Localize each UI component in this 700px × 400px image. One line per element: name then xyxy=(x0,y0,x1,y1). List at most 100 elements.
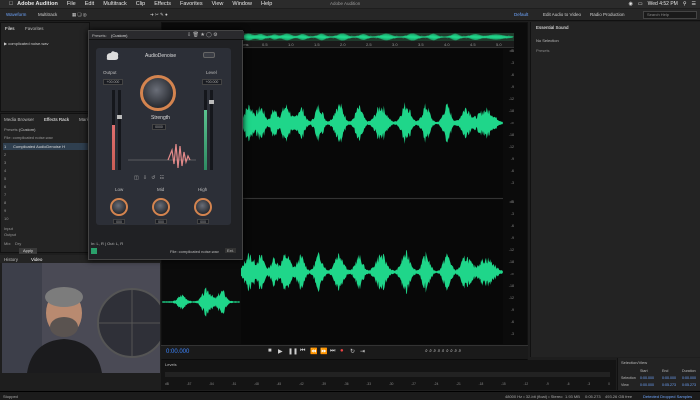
status-dropped[interactable]: Detected Dropped Samples xyxy=(643,394,692,399)
strength-knob[interactable] xyxy=(140,75,176,111)
go-to-start-icon[interactable]: ⏮ xyxy=(300,348,305,355)
slot-2[interactable]: 2 xyxy=(4,152,6,157)
search-help-input[interactable]: Search Help xyxy=(643,11,697,19)
tab-effects-rack[interactable]: Effects Rack xyxy=(44,117,69,122)
tool-icons-2[interactable]: ➜ ✂ ✎ ● xyxy=(150,12,168,18)
effect-slot-1[interactable]: 1 Complicated AudioDenoise H xyxy=(3,143,89,150)
no-selection-text: No Selection xyxy=(536,38,559,43)
rewind-icon[interactable]: ⏪ xyxy=(310,348,317,355)
view-end[interactable]: 0:05.273 xyxy=(662,383,676,387)
waveform-mode-button[interactable]: Waveform xyxy=(6,12,26,17)
waveform-peek[interactable] xyxy=(162,262,240,342)
menu-effects[interactable]: Effects xyxy=(154,1,171,7)
output-value[interactable]: +00.000 xyxy=(103,79,123,85)
ruler-label: 3.0 xyxy=(392,42,398,47)
strength-value[interactable]: 0000 xyxy=(152,124,166,130)
workspace-edit-audio-video[interactable]: Edit Audio to Video xyxy=(543,12,581,17)
plugin-header-icons[interactable]: ⇩ 🗑 ★ ◯ ⚙ xyxy=(187,32,218,38)
tab-favorites[interactable]: Favorites xyxy=(25,26,44,31)
ruler-label: 1.0 xyxy=(288,42,294,47)
overview-bar[interactable] xyxy=(239,33,514,41)
channel-left[interactable] xyxy=(241,49,503,197)
menu-favorites[interactable]: Favorites xyxy=(180,1,203,7)
wifi-icon[interactable]: ◉ xyxy=(629,1,633,7)
high-knob[interactable] xyxy=(194,198,212,216)
tab-media-browser[interactable]: Media Browser xyxy=(4,117,34,122)
apple-icon[interactable]:  xyxy=(9,1,13,7)
menu-list-icon[interactable]: ☰ xyxy=(692,1,696,7)
go-to-end-icon[interactable]: ⏭ xyxy=(330,348,335,355)
sel-start[interactable]: 0:00.000 xyxy=(640,376,654,380)
output-slider-track[interactable] xyxy=(117,90,122,170)
play-icon[interactable]: ▶ xyxy=(278,348,283,355)
view-duration[interactable]: 0:05.273 xyxy=(682,383,696,387)
workspace-default[interactable]: Default xyxy=(514,12,528,17)
sel-end[interactable]: 0:00.000 xyxy=(662,376,676,380)
file-item[interactable]: ▶ complicated noise.wav xyxy=(4,41,48,46)
level-slider-track[interactable] xyxy=(209,90,214,170)
time-ruler[interactable]: hms 0.5 1.0 1.5 2.0 2.5 3.0 3.5 4.0 4.5 … xyxy=(240,41,514,48)
tab-files[interactable]: Files xyxy=(5,26,15,31)
mid-knob[interactable] xyxy=(152,198,170,216)
fast-forward-icon[interactable]: ⏩ xyxy=(320,348,327,355)
record-icon[interactable]: ● xyxy=(340,348,344,354)
menu-multitrack[interactable]: Multitrack xyxy=(103,1,127,7)
low-knob[interactable] xyxy=(110,198,128,216)
slot-4[interactable]: 4 xyxy=(4,168,6,173)
menu-edit[interactable]: Edit xyxy=(85,1,94,7)
pause-icon[interactable]: ❚❚ xyxy=(288,348,298,355)
plugin-power-icon[interactable] xyxy=(91,248,97,254)
levels-scale: dB -57 -54 -51 -48 -45 -42 -39 -36 -33 -30 -27 -24 -2… xyxy=(165,382,610,386)
low-value[interactable]: 000 xyxy=(113,219,125,224)
skip-icon[interactable]: ⇥ xyxy=(360,348,365,355)
presets-dropdown[interactable]: (Custom) xyxy=(19,127,35,132)
plugin-presets-dropdown[interactable]: (Custom) xyxy=(111,33,127,38)
slot-3[interactable]: 3 xyxy=(4,160,6,165)
menu-view[interactable]: View xyxy=(212,1,224,7)
ruler-label: 3.5 xyxy=(418,42,424,47)
menu-help[interactable]: Help xyxy=(261,1,272,7)
high-value[interactable]: 000 xyxy=(197,219,209,224)
plugin-power-toggle[interactable] xyxy=(203,52,215,58)
menu-clip[interactable]: Clip xyxy=(136,1,145,7)
view-start[interactable]: 0:00.000 xyxy=(640,383,654,387)
tool-icons[interactable]: ▦ ❏ ◎ xyxy=(72,12,87,18)
tab-essential-sound[interactable]: Essential Sound xyxy=(536,25,569,30)
mid-value[interactable]: 000 xyxy=(155,219,167,224)
apply-button[interactable]: Apply xyxy=(19,248,37,254)
slot-9[interactable]: 9 xyxy=(4,208,6,213)
tab-history[interactable]: History xyxy=(4,257,18,262)
row-selection: Selection xyxy=(621,376,636,380)
slot-7[interactable]: 7 xyxy=(4,192,6,197)
noise-spectrum xyxy=(128,143,196,169)
video-frame xyxy=(2,263,160,373)
search-icon[interactable]: ⚲ xyxy=(683,1,687,7)
battery-icon[interactable]: ▭ xyxy=(638,1,643,7)
multitrack-mode-button[interactable]: Multitrack xyxy=(38,12,57,17)
mix-label: Mix: xyxy=(4,241,12,246)
slot-6[interactable]: 6 xyxy=(4,184,6,189)
plugin-action-icons[interactable]: ◫ ⇩ ↺ ☷ xyxy=(134,175,164,181)
plugin-ext-button[interactable]: Ext. xyxy=(225,248,236,253)
loop-icon[interactable]: ↻ xyxy=(350,348,355,355)
menu-file[interactable]: File xyxy=(67,1,76,7)
workspace-radio[interactable]: Radio Production xyxy=(590,12,625,17)
presets-label: Presets: xyxy=(4,127,19,132)
app-menu[interactable]: Adobe Audition xyxy=(17,1,58,7)
channel-right[interactable] xyxy=(241,200,503,344)
zoom-icons[interactable]: ⌕ ⌕ ⌕ ⌕ ⌕ ⌕ ⌕ ⌕ ⌕ xyxy=(425,348,461,354)
output-slider-handle[interactable] xyxy=(117,115,122,119)
slot-8[interactable]: 8 xyxy=(4,200,6,205)
sel-duration[interactable]: 0:00.000 xyxy=(682,376,696,380)
menu-window[interactable]: Window xyxy=(232,1,252,7)
level-value[interactable]: +00.000 xyxy=(202,79,222,85)
video-preview xyxy=(2,263,160,373)
selview-title: Selection/View xyxy=(621,360,648,365)
level-slider-handle[interactable] xyxy=(209,100,214,104)
stop-icon[interactable]: ■ xyxy=(268,348,272,354)
slot-10[interactable]: 10 xyxy=(4,216,8,221)
slot-5[interactable]: 5 xyxy=(4,176,6,181)
tab-video[interactable]: Video xyxy=(31,257,42,262)
timecode[interactable]: 0:00.000 xyxy=(166,349,189,355)
col-start: Start xyxy=(640,369,648,373)
